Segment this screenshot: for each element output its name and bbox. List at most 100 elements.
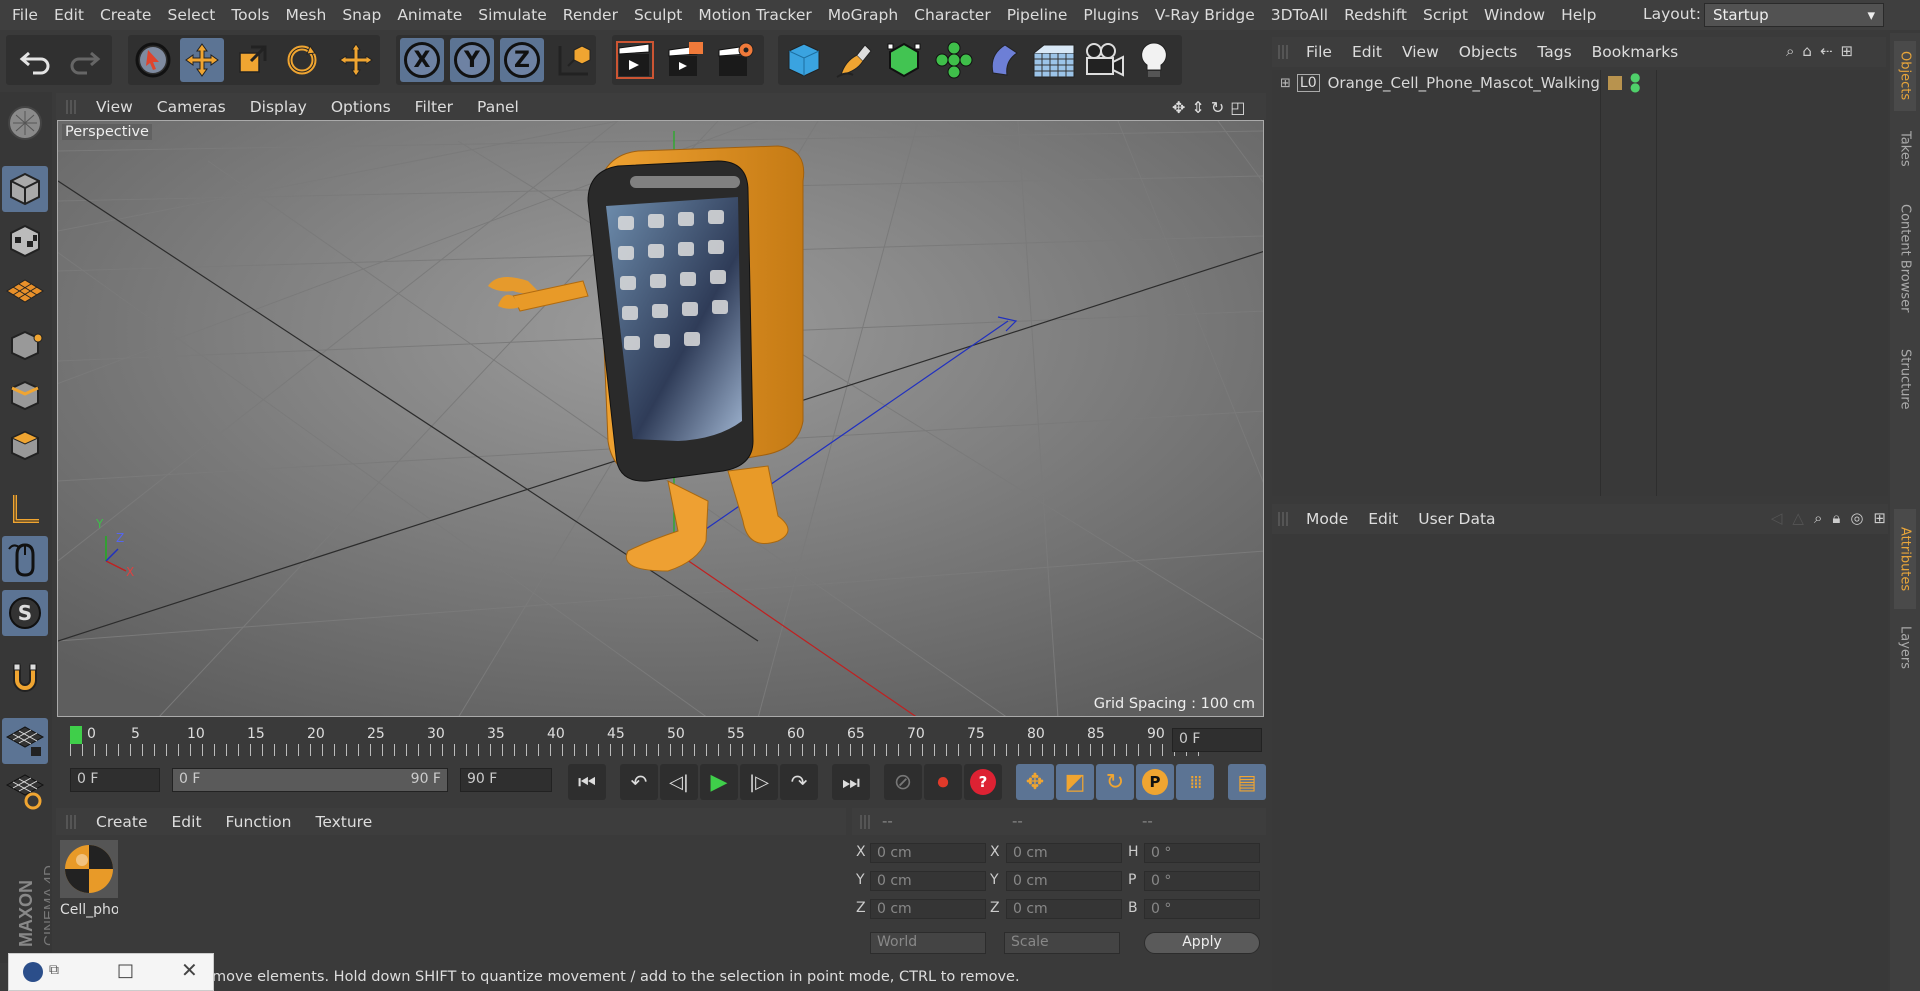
cube-button[interactable] xyxy=(782,38,826,82)
material-menu-texture[interactable]: Texture xyxy=(303,813,384,831)
menu-window[interactable]: Window xyxy=(1476,6,1553,24)
select-tool-button[interactable] xyxy=(130,38,176,82)
tab-content-browser[interactable]: Content Browser xyxy=(1894,183,1916,333)
apply-button[interactable]: Apply xyxy=(1144,932,1260,954)
viewport-menu-view[interactable]: View xyxy=(84,98,145,116)
menu-tools[interactable]: Tools xyxy=(223,6,277,24)
tab-takes[interactable]: Takes xyxy=(1894,119,1916,179)
rot-b-field[interactable]: 0 ° xyxy=(1144,899,1260,919)
attr-menu-user-data[interactable]: User Data xyxy=(1408,510,1505,528)
axis-mode-button[interactable] xyxy=(2,486,48,532)
size-z-field[interactable]: 0 cm xyxy=(1006,899,1122,919)
menu-plugins[interactable]: Plugins xyxy=(1075,6,1147,24)
pos-y-field[interactable]: 0 cm xyxy=(870,871,986,891)
menu-pipeline[interactable]: Pipeline xyxy=(999,6,1076,24)
x-axis-button[interactable]: X xyxy=(400,38,444,82)
key-pla-button[interactable]: ⁞⁞⁞ xyxy=(1176,764,1214,800)
key-scale-button[interactable]: ◩ xyxy=(1056,764,1094,800)
material-menu-function[interactable]: Function xyxy=(214,813,304,831)
rotate-view-icon[interactable]: ↻ xyxy=(1211,98,1224,117)
rot-h-field[interactable]: 0 ° xyxy=(1144,843,1260,863)
deformer-button[interactable] xyxy=(982,38,1026,82)
tab-structure[interactable]: Structure xyxy=(1894,337,1916,421)
menu-select[interactable]: Select xyxy=(159,6,223,24)
size-y-field[interactable]: 0 cm xyxy=(1006,871,1122,891)
material-menu-create[interactable]: Create xyxy=(84,813,160,831)
object-menu-view[interactable]: View xyxy=(1392,43,1449,61)
size-x-field[interactable]: 0 cm xyxy=(1006,843,1122,863)
snap-button[interactable] xyxy=(2,654,48,700)
zoom-view-icon[interactable]: ⇕ xyxy=(1191,98,1204,117)
tweak-mode-button[interactable] xyxy=(2,536,48,582)
solo-button[interactable]: S xyxy=(2,590,48,636)
expand-icon[interactable]: ⊞ xyxy=(1280,76,1291,91)
new-window-icon[interactable]: ⊞ xyxy=(1841,42,1854,60)
layer-color-swatch[interactable] xyxy=(1608,76,1622,90)
world-dropdown[interactable]: World xyxy=(870,932,986,954)
target-icon[interactable]: ◎ xyxy=(1850,509,1863,527)
menu-character[interactable]: Character xyxy=(906,6,999,24)
pan-view-icon[interactable]: ✥ xyxy=(1172,98,1185,117)
viewport-menu-display[interactable]: Display xyxy=(238,98,319,116)
render-view-button[interactable] xyxy=(614,38,658,82)
scale-tool-button[interactable] xyxy=(230,38,274,82)
back-arrow-icon[interactable]: ◁ xyxy=(1771,509,1783,527)
attr-menu-edit[interactable]: Edit xyxy=(1358,510,1408,528)
object-menu-tags[interactable]: Tags xyxy=(1527,43,1581,61)
attr-menu-mode[interactable]: Mode xyxy=(1296,510,1358,528)
rot-p-field[interactable]: 0 ° xyxy=(1144,871,1260,891)
redo-button[interactable] xyxy=(62,38,106,82)
current-frame-field[interactable]: 0 F xyxy=(1172,728,1262,752)
key-parameter-button[interactable]: P xyxy=(1136,764,1174,800)
lock-icon[interactable]: 🔒︎ xyxy=(1832,509,1840,527)
edges-mode-button[interactable] xyxy=(2,372,48,418)
menu-vray-bridge[interactable]: V-Ray Bridge xyxy=(1147,6,1263,24)
record-active-button[interactable]: ⊘ xyxy=(884,764,922,800)
viewport-menu-filter[interactable]: Filter xyxy=(403,98,465,116)
search-icon[interactable]: ⌕ xyxy=(1814,509,1822,527)
tab-objects[interactable]: Objects xyxy=(1894,41,1916,111)
menu-motion-tracker[interactable]: Motion Tracker xyxy=(690,6,819,24)
app-icon[interactable] xyxy=(23,962,43,982)
frame-range-slider[interactable]: 0 F 90 F xyxy=(172,768,448,792)
start-frame-field[interactable]: 0 F xyxy=(70,768,160,792)
menu-help[interactable]: Help xyxy=(1553,6,1604,24)
object-menu-objects[interactable]: Objects xyxy=(1449,43,1528,61)
playhead-marker[interactable] xyxy=(70,726,82,744)
timeline-ruler[interactable]: 0 5 10 15 20 25 30 35 40 45 50 55 60 65 … xyxy=(56,720,1266,760)
object-row[interactable]: ⊞ L0 Orange_Cell_Phone_Mascot_Walking ● ● xyxy=(1272,70,1888,96)
new-window-icon[interactable]: ⊞ xyxy=(1873,509,1886,527)
menu-simulate[interactable]: Simulate xyxy=(470,6,555,24)
object-menu-bookmarks[interactable]: Bookmarks xyxy=(1582,43,1689,61)
visibility-dots-icon[interactable]: ● ● xyxy=(1630,71,1640,93)
menu-animate[interactable]: Animate xyxy=(389,6,470,24)
render-settings-button[interactable] xyxy=(714,38,758,82)
pen-button[interactable] xyxy=(832,38,876,82)
close-icon[interactable]: ✕ xyxy=(181,958,198,982)
texture-mode-button[interactable] xyxy=(2,218,48,264)
floor-button[interactable] xyxy=(1032,38,1076,82)
key-position-button[interactable]: ✥ xyxy=(1016,764,1054,800)
layout-select[interactable]: Startup ▾ xyxy=(1704,3,1884,27)
light-button[interactable] xyxy=(1132,38,1176,82)
coord-system-button[interactable] xyxy=(552,38,596,82)
subdivision-button[interactable] xyxy=(882,38,926,82)
up-arrow-icon[interactable]: △ xyxy=(1792,509,1804,527)
tab-layers[interactable]: Layers xyxy=(1894,613,1916,683)
home-icon[interactable]: ⌂ xyxy=(1802,42,1812,60)
pos-z-field[interactable]: 0 cm xyxy=(870,899,986,919)
pos-x-field[interactable]: 0 cm xyxy=(870,843,986,863)
scale-dropdown[interactable]: Scale xyxy=(1004,932,1120,954)
menu-snap[interactable]: Snap xyxy=(334,6,389,24)
make-editable-button[interactable] xyxy=(2,100,48,146)
play-button[interactable]: ▶ xyxy=(700,764,738,800)
model-mode-button[interactable] xyxy=(2,166,48,212)
maximize-icon[interactable]: □ xyxy=(117,960,134,981)
rotate-tool-button[interactable] xyxy=(280,38,324,82)
go-to-end-button[interactable]: ⏭ xyxy=(832,764,870,800)
material-menu-edit[interactable]: Edit xyxy=(160,813,214,831)
object-menu-file[interactable]: File xyxy=(1296,43,1342,61)
menu-sculpt[interactable]: Sculpt xyxy=(626,6,690,24)
polygons-mode-button[interactable] xyxy=(2,422,48,468)
menu-mesh[interactable]: Mesh xyxy=(278,6,335,24)
